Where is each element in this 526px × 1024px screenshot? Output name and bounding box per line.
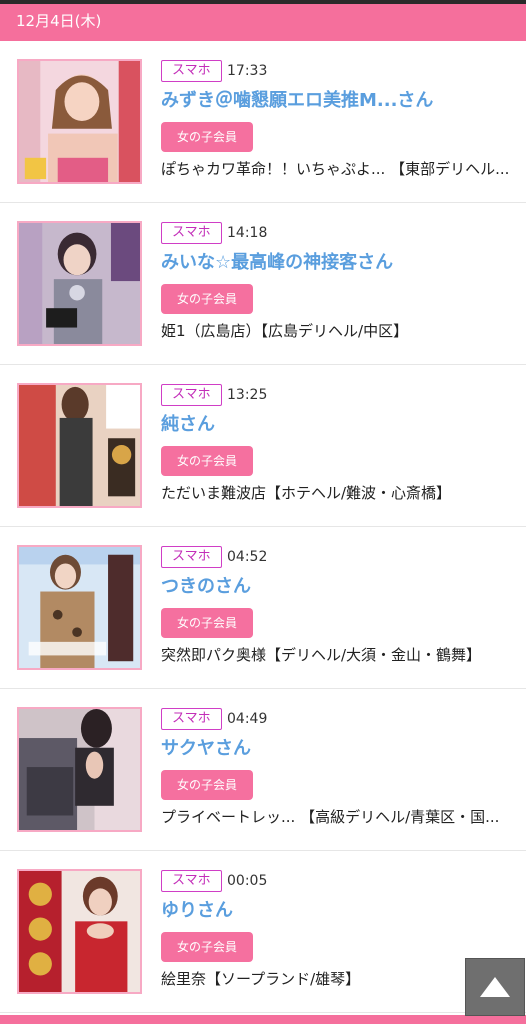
girl-name-link[interactable]: 純さん [161, 412, 215, 438]
shop-name-link[interactable]: 突然即パク奥様【デリヘル/大須・金山・鶴舞】 [161, 644, 481, 666]
member-badge-button[interactable]: 女の子会員 [161, 122, 253, 152]
member-badge-button[interactable]: 女の子会員 [161, 284, 253, 314]
girl-name-link[interactable]: ゆりさん [161, 898, 233, 924]
list-item[interactable]: スマホ 04:49 サクヤさん 女の子会員 プライベートレッ... 【高級デリヘ… [0, 689, 526, 851]
profile-photo[interactable] [17, 221, 142, 346]
footer-strip [0, 1015, 526, 1024]
shop-name-link[interactable]: プライベートレッ... 【高級デリヘル/青葉区・国... [161, 806, 499, 828]
scroll-to-top-button[interactable] [465, 958, 525, 1016]
shop-name-link[interactable]: ただいま難波店【ホテヘル/難波・心斎橋】 [161, 482, 451, 504]
post-time: 13:25 [227, 387, 268, 403]
list-item[interactable]: スマホ 14:18 みいな☆最高峰の神接客さん 女の子会員 姫1（広島店）【広島… [0, 203, 526, 365]
post-time: 14:18 [227, 225, 268, 241]
shop-name-link[interactable]: 姫1（広島店）【広島デリヘル/中区】 [161, 320, 408, 342]
girl-name-link[interactable]: つきのさん [161, 574, 251, 600]
date-header: 12月4日(木) [0, 4, 526, 41]
list-item[interactable]: スマホ 04:52 つきのさん 女の子会員 突然即パク奥様【デリヘル/大須・金山… [0, 527, 526, 689]
shop-name-link[interactable]: ぽちゃカワ革命！！いちゃぷよ... 【東部デリヘル... [161, 158, 509, 180]
post-time: 17:33 [227, 63, 268, 79]
list-item[interactable]: スマホ 17:33 みずき＠噛懇願エロ美推M...さん 女の子会員 ぽちゃカワ革… [0, 41, 526, 203]
girl-name-link[interactable]: みずき＠噛懇願エロ美推M...さん [161, 88, 433, 114]
profile-photo[interactable] [17, 383, 142, 508]
shop-name-link[interactable]: 絵里奈【ソープランド/雄琴】 [161, 968, 360, 990]
list-item[interactable]: スマホ 00:05 ゆりさん 女の子会員 絵里奈【ソープランド/雄琴】 [0, 851, 526, 1013]
post-time: 00:05 [227, 873, 268, 889]
profile-photo[interactable] [17, 59, 142, 184]
post-time: 04:49 [227, 711, 268, 727]
member-badge-button[interactable]: 女の子会員 [161, 932, 253, 962]
smartphone-badge: スマホ [161, 384, 222, 406]
profile-photo[interactable] [17, 869, 142, 994]
girl-name-link[interactable]: サクヤさん [161, 736, 251, 762]
smartphone-badge: スマホ [161, 546, 222, 568]
smartphone-badge: スマホ [161, 708, 222, 730]
member-badge-button[interactable]: 女の子会員 [161, 608, 253, 638]
smartphone-badge: スマホ [161, 60, 222, 82]
member-badge-button[interactable]: 女の子会員 [161, 446, 253, 476]
profile-photo[interactable] [17, 707, 142, 832]
smartphone-badge: スマホ [161, 870, 222, 892]
diary-list: スマホ 17:33 みずき＠噛懇願エロ美推M...さん 女の子会員 ぽちゃカワ革… [0, 41, 526, 1013]
member-badge-button[interactable]: 女の子会員 [161, 770, 253, 800]
list-item[interactable]: スマホ 13:25 純さん 女の子会員 ただいま難波店【ホテヘル/難波・心斎橋】 [0, 365, 526, 527]
date-label: 12月4日(木) [16, 12, 102, 30]
girl-name-link[interactable]: みいな☆最高峰の神接客さん [161, 250, 393, 276]
triangle-up-icon [480, 977, 510, 997]
post-time: 04:52 [227, 549, 268, 565]
profile-photo[interactable] [17, 545, 142, 670]
smartphone-badge: スマホ [161, 222, 222, 244]
